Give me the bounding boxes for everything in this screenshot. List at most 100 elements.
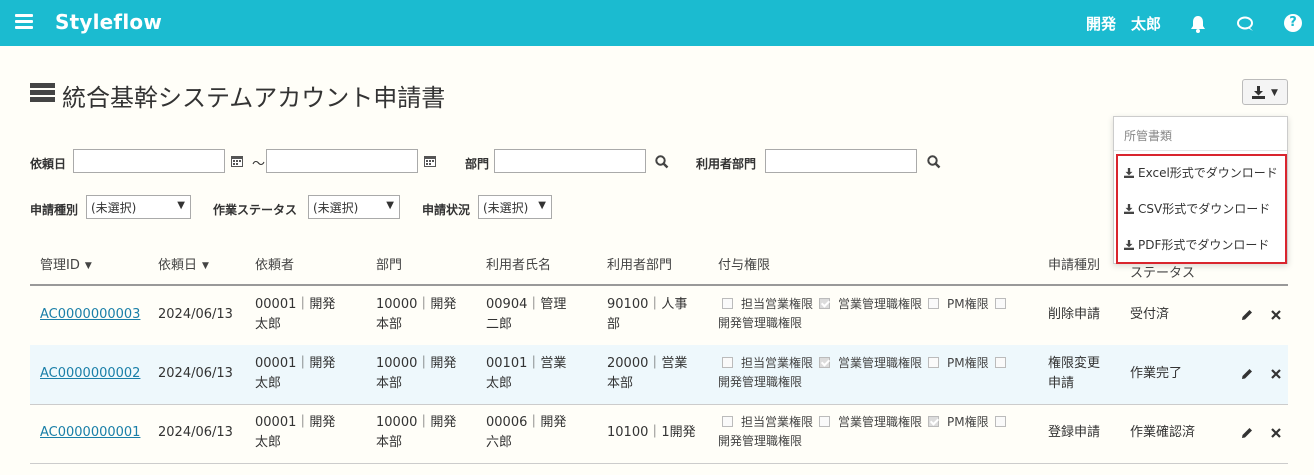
download-menu-button[interactable]: ▼ — [1242, 79, 1288, 105]
user-name-cell: 00904｜管理 二郎 — [486, 297, 567, 332]
select-value: (未選択) — [313, 201, 359, 215]
record-id-link[interactable]: AC0000000002 — [40, 364, 140, 384]
menu-item-csv-download[interactable]: CSV形式でダウンロード — [1124, 200, 1270, 217]
menu-item-label: CSV形式でダウンロード — [1138, 202, 1271, 216]
chat-icon[interactable] — [1236, 14, 1256, 34]
permission-label: 担当営業権限 — [741, 356, 814, 370]
column-header-user-name: 利用者氏名 — [486, 258, 552, 273]
requester-cell: 00001｜開発 太郎 — [255, 297, 336, 332]
permission-label: PM権限 — [947, 415, 989, 429]
permission-checkbox[interactable] — [928, 416, 940, 427]
permission-checkbox[interactable] — [722, 416, 733, 427]
permission-checkbox[interactable] — [994, 416, 1006, 427]
permission-checkbox[interactable] — [994, 298, 1006, 309]
menu-item-pdf-download[interactable]: PDF形式でダウンロード — [1124, 236, 1269, 253]
select-value: (未選択) — [91, 201, 137, 215]
department-input[interactable] — [494, 149, 646, 173]
search-icon[interactable] — [927, 155, 941, 169]
select-value: (未選択) — [483, 201, 529, 215]
permissions-cell: 担当営業権限 営業管理職権限 PM権限開発管理職権限 — [718, 354, 1028, 392]
date-to-input[interactable] — [266, 149, 418, 173]
row-divider — [30, 463, 1288, 464]
delete-x-icon[interactable] — [1271, 369, 1281, 379]
request-type-select[interactable]: (未選択) ▼ — [86, 195, 191, 219]
request-status-label: 申請状況 — [422, 203, 471, 217]
column-header-department: 部門 — [376, 258, 403, 273]
permission-label: 担当営業権限 — [741, 297, 814, 311]
permission-label: 開発管理職権限 — [718, 434, 803, 448]
column-header-user-department: 利用者部門 — [607, 258, 673, 273]
permission-label: PM権限 — [947, 356, 989, 370]
range-separator: ～ — [252, 157, 266, 172]
user-name-cell: 00006｜開発 六郎 — [486, 415, 567, 450]
request-type-cell: 登録申請 — [1048, 425, 1101, 440]
work-status-label: 作業ステータス — [213, 203, 298, 217]
permission-checkbox[interactable] — [928, 298, 940, 309]
permission-label: 担当営業権限 — [741, 415, 814, 429]
permission-label: 営業管理職権限 — [838, 415, 923, 429]
permission-checkbox[interactable] — [819, 416, 831, 427]
department-cell: 10000｜開発 本部 — [376, 415, 457, 450]
permission-checkbox[interactable] — [819, 298, 831, 309]
user-department-cell: 20000｜営業 本部 — [607, 356, 688, 391]
user-department-input[interactable] — [765, 149, 917, 173]
help-icon[interactable]: ? — [1284, 14, 1302, 32]
column-header-permissions: 付与権限 — [718, 258, 771, 273]
record-id-link[interactable]: AC0000000001 — [40, 423, 140, 443]
status-cell: 作業確認済 — [1130, 425, 1196, 440]
column-header-request-type: 申請種別 — [1048, 258, 1101, 273]
permission-checkbox[interactable] — [928, 357, 940, 368]
record-id-link[interactable]: AC0000000003 — [40, 305, 140, 325]
document-list-icon — [30, 83, 55, 103]
permissions-cell: 担当営業権限 営業管理職権限 PM権限開発管理職権限 — [718, 413, 1028, 451]
delete-x-icon[interactable] — [1271, 428, 1281, 438]
permission-label: 営業管理職権限 — [838, 356, 923, 370]
user-name[interactable]: 開発 太郎 — [1086, 13, 1161, 34]
department-cell: 10000｜開発 本部 — [376, 297, 457, 332]
menu-item-label: Excel形式でダウンロード — [1138, 166, 1278, 180]
download-icon — [1124, 168, 1134, 178]
user-department-label: 利用者部門 — [696, 157, 757, 171]
request-type-cell: 権限変更 申請 — [1048, 356, 1101, 391]
request-date-cell: 2024/06/13 — [158, 307, 233, 322]
menu-item-excel-download[interactable]: Excel形式でダウンロード — [1124, 164, 1278, 181]
chevron-down-icon: ▼ — [1271, 88, 1278, 98]
select-arrow-icon: ▼ — [538, 200, 546, 211]
column-header-date[interactable]: 依頼日 ▼ — [158, 254, 209, 273]
download-icon — [1252, 86, 1265, 99]
delete-x-icon[interactable] — [1271, 310, 1281, 320]
department-cell: 10000｜開発 本部 — [376, 356, 457, 391]
request-status-select[interactable]: (未選択) ▼ — [478, 195, 552, 219]
top-bar: Styleflow 開発 太郎 ? — [0, 0, 1314, 46]
edit-pencil-icon[interactable] — [1241, 368, 1253, 380]
permission-checkbox[interactable] — [819, 357, 831, 368]
column-header-id[interactable]: 管理ID ▼ — [40, 254, 92, 273]
date-from-input[interactable] — [73, 149, 225, 173]
search-icon[interactable] — [655, 155, 669, 169]
calendar-icon[interactable] — [424, 155, 436, 167]
select-arrow-icon: ▼ — [177, 200, 185, 211]
column-label: 管理ID — [40, 258, 80, 273]
edit-pencil-icon[interactable] — [1241, 427, 1253, 439]
menu-divider — [1114, 150, 1287, 151]
edit-pencil-icon[interactable] — [1241, 309, 1253, 321]
column-header-requester: 依頼者 — [255, 258, 295, 273]
download-icon — [1124, 240, 1134, 250]
brand-logo[interactable]: Styleflow — [55, 10, 162, 34]
permission-checkbox[interactable] — [722, 298, 733, 309]
hamburger-menu-icon[interactable] — [15, 14, 33, 30]
department-label: 部門 — [465, 157, 490, 171]
work-status-select[interactable]: (未選択) ▼ — [308, 195, 400, 219]
permission-checkbox[interactable] — [722, 357, 733, 368]
requester-cell: 00001｜開発 太郎 — [255, 356, 336, 391]
permission-label: 開発管理職権限 — [718, 375, 803, 389]
bell-icon[interactable] — [1188, 14, 1208, 34]
requester-cell: 00001｜開発 太郎 — [255, 415, 336, 450]
sort-down-icon: ▼ — [202, 261, 209, 271]
permission-label: PM権限 — [947, 297, 989, 311]
calendar-icon[interactable] — [231, 155, 243, 167]
user-department-cell: 10100｜1開発 — [607, 425, 696, 440]
permission-checkbox[interactable] — [994, 357, 1006, 368]
sort-down-icon: ▼ — [84, 261, 92, 271]
column-label: 依頼日 — [158, 258, 198, 273]
